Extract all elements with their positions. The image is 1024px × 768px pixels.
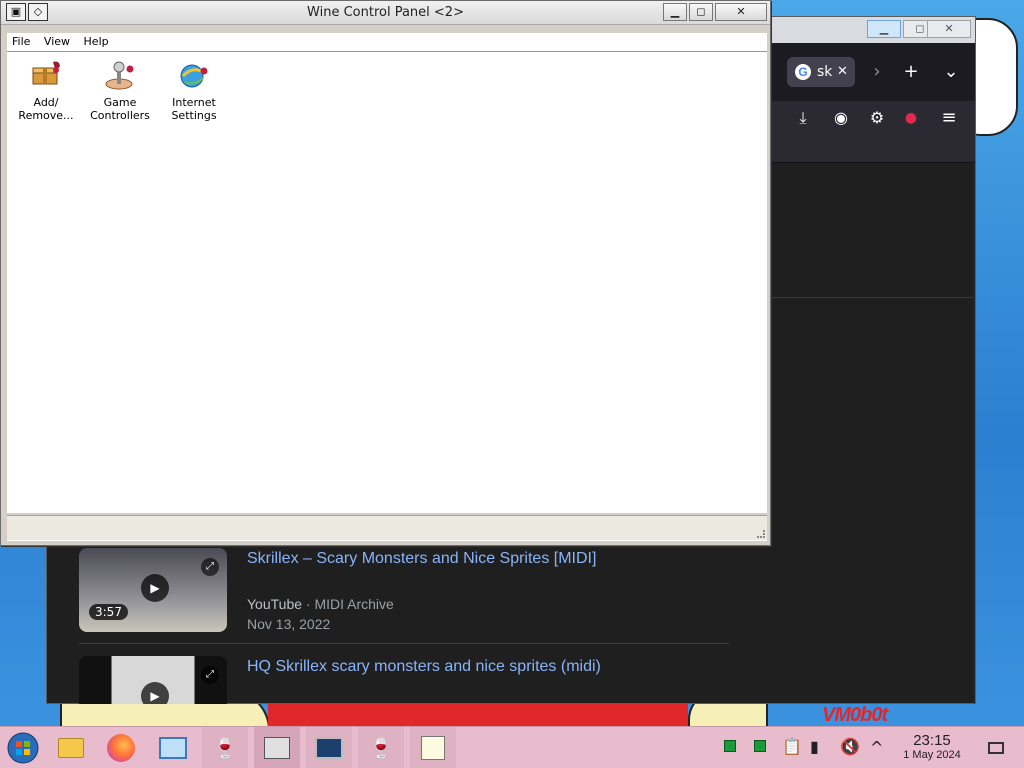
taskbar-notepad[interactable] — [410, 727, 456, 768]
start-orb-icon — [7, 732, 39, 764]
menu-file[interactable]: File — [7, 33, 35, 51]
settings-monitor-icon — [159, 737, 187, 759]
video-result[interactable]: ⤢ ▶ HQ Skrillex scary monsters and nice … — [79, 656, 729, 704]
ublock-icon[interactable]: ● — [897, 104, 925, 132]
monitor-chart-icon — [315, 737, 343, 759]
control-panel-icon — [264, 737, 290, 759]
clock-date: 1 May 2024 — [903, 749, 961, 761]
taskbar-wine-control-panel[interactable] — [254, 727, 300, 768]
applet-label: Remove... — [18, 109, 74, 122]
taskbar-wine-app-2[interactable]: 🍷 — [358, 727, 404, 768]
notepad-icon — [421, 736, 445, 760]
taskbar-wine-app[interactable]: 🍷 — [202, 727, 248, 768]
clipboard-icon[interactable]: 📋 — [782, 737, 802, 756]
minimize-button[interactable]: ▁ — [663, 3, 687, 21]
volume-muted-icon[interactable]: 🔇 — [840, 737, 860, 756]
maximize-button[interactable]: ◻ — [689, 3, 713, 21]
wine-titlebar[interactable]: ▣ ◇ Wine Control Panel <2> ▁ ◻ ✕ — [1, 1, 770, 25]
folder-icon — [58, 738, 84, 758]
wine-glass-icon: 🍷 — [368, 736, 394, 760]
chevron-right-icon[interactable]: › — [863, 58, 891, 86]
show-desktop-icon[interactable] — [988, 739, 1004, 758]
video-source-site: YouTube — [247, 596, 303, 612]
clock-time: 23:15 — [913, 732, 951, 749]
applet-label: Settings — [171, 109, 217, 122]
applet-label: Add/ — [33, 96, 59, 109]
browser-tab-label: sk — [817, 64, 833, 80]
taskbar-file-manager[interactable] — [48, 727, 94, 768]
video-result[interactable]: ⤢ ▶ 3:57 Skrillex – Scary Monsters and N… — [79, 548, 729, 648]
status-bar — [7, 515, 767, 541]
clock[interactable]: 23:15 1 May 2024 — [894, 732, 970, 761]
network-icon[interactable] — [754, 737, 766, 756]
applet-label: Controllers — [90, 109, 150, 122]
menu-bar: File View Help — [7, 33, 767, 51]
account-icon[interactable]: ◉ — [827, 104, 855, 132]
taskbar-firefox[interactable] — [98, 727, 144, 768]
taskbar-task-manager[interactable] — [306, 727, 352, 768]
wine-control-panel-window[interactable]: ▣ ◇ Wine Control Panel <2> ▁ ◻ ✕ File Vi… — [0, 0, 771, 546]
menu-help[interactable]: Help — [79, 33, 114, 51]
google-favicon-icon: G — [795, 64, 811, 80]
new-tab-button[interactable]: + — [897, 58, 925, 86]
start-button[interactable] — [0, 727, 46, 768]
browser-tab-google[interactable]: G sk ✕ — [787, 57, 855, 87]
internet-icon — [180, 64, 208, 88]
video-title-link[interactable]: Skrillex – Scary Monsters and Nice Sprit… — [247, 550, 596, 568]
applet-internet-settings[interactable]: Internet Settings — [157, 58, 231, 122]
window-title: Wine Control Panel <2> — [307, 5, 464, 20]
wine-glass-icon: 🍷 — [212, 736, 238, 760]
tray-expand-icon[interactable]: ^ — [870, 738, 883, 757]
video-channel: MIDI Archive — [314, 596, 394, 612]
applet-list: Add/ Remove... Game Controllers Internet… — [7, 51, 767, 513]
menu-view[interactable]: View — [39, 33, 75, 51]
firefox-icon — [107, 734, 135, 762]
applet-label: Internet — [172, 96, 216, 109]
video-thumbnail[interactable]: ⤢ ▶ 3:57 — [79, 548, 227, 632]
taskbar: 🍷 🍷 📋 ▮ 🔇 ^ 23:15 1 May 2024 — [0, 726, 1024, 768]
applet-label: Game — [103, 96, 137, 109]
joystick-icon — [105, 61, 134, 90]
video-date: Nov 13, 2022 — [247, 616, 331, 632]
menu-icon[interactable]: ≡ — [935, 104, 963, 132]
content-divider — [767, 297, 973, 298]
wallpaper-caption: VM0b0t — [822, 704, 888, 726]
expand-icon[interactable]: ⤢ — [201, 666, 219, 684]
extensions-icon[interactable]: ⚙ — [863, 104, 891, 132]
browser-close-button[interactable]: ✕ — [927, 20, 971, 38]
play-icon[interactable]: ▶ — [141, 574, 169, 602]
taskbar-system-settings[interactable] — [150, 727, 196, 768]
play-icon[interactable]: ▶ — [141, 682, 169, 704]
battery-icon[interactable]: ▮ — [810, 737, 819, 756]
applet-add-remove[interactable]: Add/ Remove... — [9, 58, 83, 122]
video-thumbnail[interactable]: ⤢ ▶ — [79, 656, 227, 704]
network-icon[interactable] — [724, 737, 736, 756]
expand-icon[interactable]: ⤢ — [201, 558, 219, 576]
package-icon — [32, 61, 60, 85]
resize-grip-icon[interactable] — [757, 530, 765, 538]
close-tab-icon[interactable]: ✕ — [837, 57, 848, 87]
browser-minimize-button[interactable]: ▁ — [867, 20, 901, 38]
video-title-link[interactable]: HQ Skrillex scary monsters and nice spri… — [247, 658, 601, 676]
list-all-tabs-button[interactable]: ⌄ — [937, 58, 965, 86]
applet-game-controllers[interactable]: Game Controllers — [83, 58, 157, 122]
close-button[interactable]: ✕ — [715, 3, 767, 21]
downloads-icon[interactable]: ⤓ — [789, 104, 817, 132]
video-source: YouTube · MIDI Archive — [247, 596, 394, 612]
result-separator — [79, 643, 729, 644]
video-duration: 3:57 — [89, 604, 128, 620]
